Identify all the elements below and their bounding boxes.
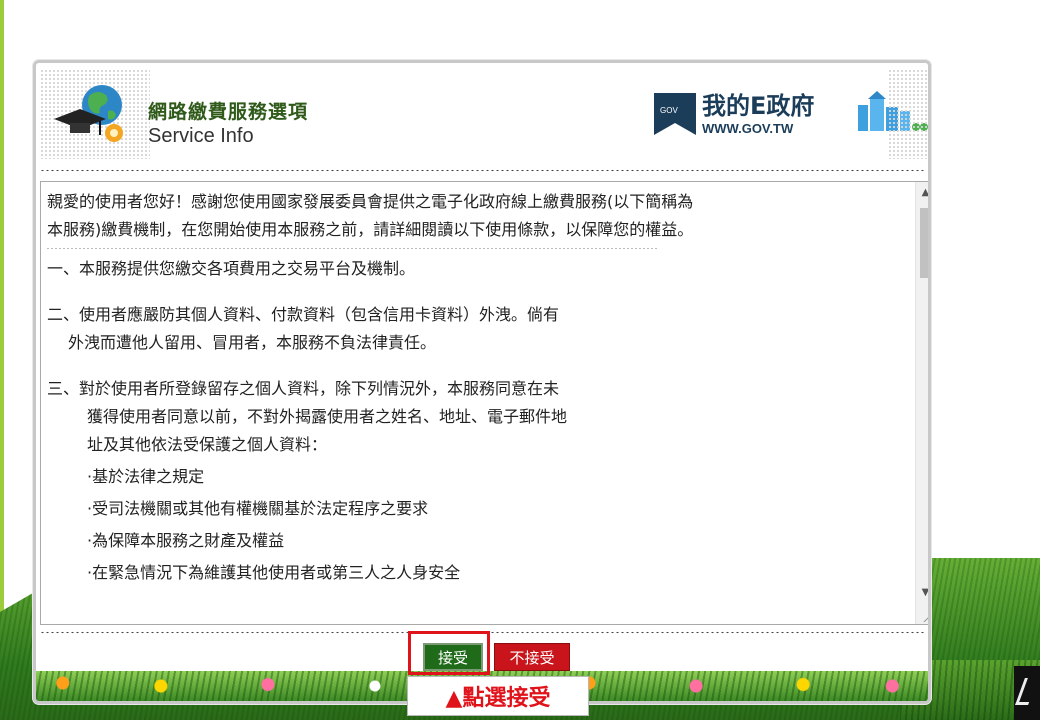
header-dot-pattern-right xyxy=(888,69,928,159)
terms-item-3: 三、對於使用者所登錄留存之個人資料，除下列情況外，本服務同意在未 xyxy=(47,379,560,398)
terms-content: 親愛的使用者您好！感謝您使用國家發展委員會提供之電子化政府線上繳費服務(以下簡稱… xyxy=(47,188,907,587)
terms-sub-item: ·為保障本服務之財產及權益 xyxy=(87,531,285,550)
terms-divider xyxy=(47,248,657,249)
logo-badge-text: GOV xyxy=(660,106,678,115)
scroll-thumb[interactable] xyxy=(920,208,928,278)
accept-button[interactable]: 接受 xyxy=(423,643,483,671)
dialog-title: 網路繳費服務選項 xyxy=(148,101,309,123)
terms-scrollbar[interactable]: ▲ ▼ xyxy=(915,182,928,624)
logo-url: WWW.GOV.TW xyxy=(702,121,794,136)
scroll-up-arrow-icon[interactable]: ▲ xyxy=(916,182,928,202)
terms-item-1: 一、本服務提供您繳交各項費用之交易平台及機制。 xyxy=(47,259,416,278)
terms-intro-line: 親愛的使用者您好！感謝您使用國家發展委員會提供之電子化政府線上繳費服務(以下簡稱… xyxy=(47,192,694,211)
background-corner-graphic xyxy=(1014,666,1040,720)
globe-graduation-cap-icon xyxy=(54,85,123,142)
click-accept-hint: ▲點選接受 xyxy=(407,676,589,716)
terms-item-2: 二、使用者應嚴防其個人資料、付款資料（包含信用卡資料）外洩。倘有 xyxy=(47,305,560,324)
dialog-subtitle: Service Info xyxy=(148,125,254,147)
logo-name: 我的E政府 xyxy=(702,92,814,120)
dialog-header: 網路繳費服務選項 Service Info GOV 我的E政府 WWW.GOV.… xyxy=(36,63,928,165)
scroll-down-arrow-icon[interactable]: ▼ xyxy=(916,582,928,602)
terms-item-3-cont: 址及其他依法受保護之個人資料： xyxy=(87,435,328,454)
terms-item-2-cont: 外洩而遭他人留用、冒用者，本服務不負法律責任。 xyxy=(68,333,437,352)
decline-button[interactable]: 不接受 xyxy=(494,643,570,671)
resize-grip-icon[interactable] xyxy=(921,610,928,622)
my-e-government-logo: GOV 我的E政府 WWW.GOV.TW xyxy=(654,91,928,136)
terms-textarea[interactable]: 親愛的使用者您好！感謝您使用國家發展委員會提供之電子化政府線上繳費服務(以下簡稱… xyxy=(40,181,928,625)
header-divider xyxy=(40,169,924,172)
terms-sub-item: ·基於法律之規定 xyxy=(87,467,205,486)
terms-intro-line: 本服務)繳費機制，在您開始使用本服務之前，請詳細閱讀以下使用條款，以保障您的權益… xyxy=(47,220,694,239)
terms-item-3-cont: 獲得使用者同意以前，不對外揭露使用者之姓名、地址、電子郵件地 xyxy=(87,407,568,426)
service-info-dialog: 網路繳費服務選項 Service Info GOV 我的E政府 WWW.GOV.… xyxy=(33,60,931,704)
terms-sub-item: ·受司法機關或其他有權機關基於法定程序之要求 xyxy=(87,499,429,518)
terms-sub-item: ·在緊急情況下為維護其他使用者或第三人之人身安全 xyxy=(87,563,461,582)
